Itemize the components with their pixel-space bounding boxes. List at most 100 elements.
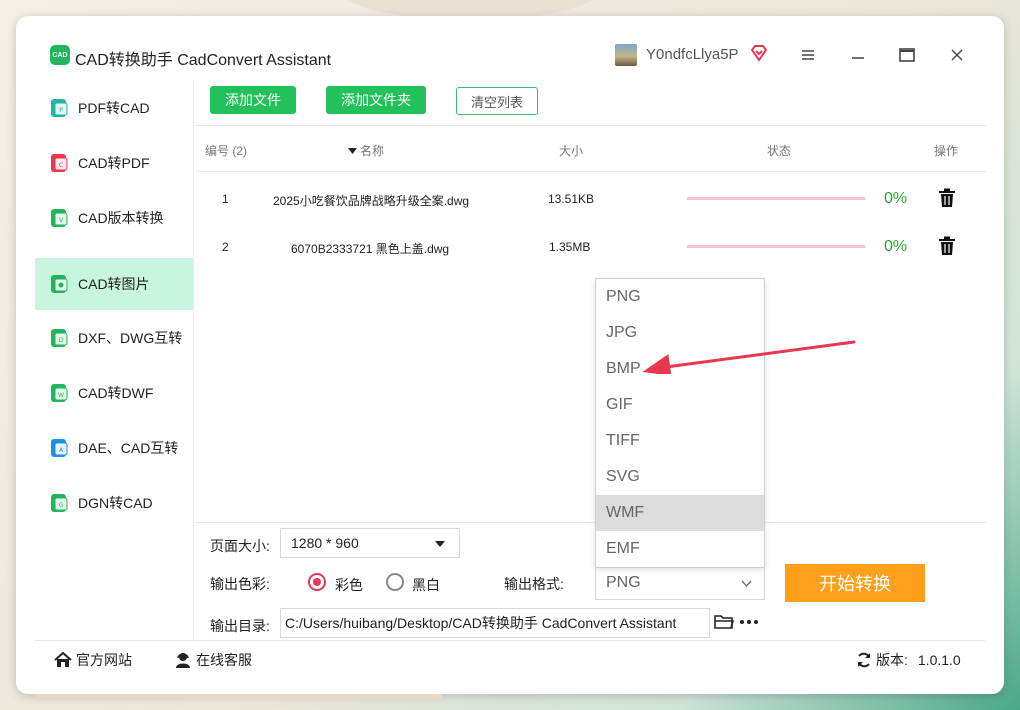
svg-text:C: C (59, 162, 63, 169)
sidebar-item-cad-to-pdf[interactable]: C CAD转PDF (35, 137, 193, 189)
maximize-icon (899, 48, 915, 62)
pdf-to-cad-icon: P (51, 99, 68, 117)
delete-icon[interactable] (938, 236, 956, 256)
row-index: 1 (222, 192, 229, 206)
row-progress-percent: 0% (884, 190, 908, 207)
format-select[interactable]: PNG (595, 566, 765, 600)
maximize-button[interactable] (893, 42, 921, 68)
color-radio[interactable] (308, 573, 326, 591)
bw-radio[interactable] (386, 573, 404, 591)
cad-to-pdf-icon: C (51, 154, 68, 172)
header-action: 操作 (934, 144, 959, 158)
sidebar-item-cad-to-dwf[interactable]: W CAD转DWF (35, 367, 193, 419)
add-folder-button[interactable]: 添加文件夹 (326, 86, 426, 114)
online-support-label: 在线客服 (196, 652, 252, 668)
format-value: PNG (606, 574, 641, 591)
customer-service-icon (176, 653, 190, 668)
format-option-tiff[interactable]: TIFF (596, 423, 764, 459)
version-info: 版本: 1.0.1.0 (856, 650, 961, 670)
sort-desc-icon (348, 147, 357, 154)
header-divider (196, 171, 986, 172)
format-option-emf[interactable]: EMF (596, 531, 764, 567)
title-bar: CAD CAD转换助手 CadConvert Assistant Y0ndfcL… (16, 16, 1004, 82)
version-value: 1.0.1.0 (917, 652, 961, 668)
page-size-value: 1280 * 960 (291, 535, 359, 551)
cad-to-dwf-icon: W (51, 384, 68, 402)
username[interactable]: Y0ndfcLlya5P (646, 46, 739, 63)
header-name-label: 名称 (360, 144, 385, 158)
header-size: 大小 (559, 144, 584, 158)
delete-icon[interactable] (938, 188, 956, 208)
page-size-label: 页面大小: (210, 538, 270, 554)
chevron-down-icon (741, 580, 752, 587)
annotation-arrow-icon (642, 340, 856, 374)
dxf-dwg-icon: D (51, 329, 68, 347)
format-label: 输出格式: (504, 576, 564, 592)
caret-down-icon (435, 541, 445, 547)
minimize-button[interactable] (844, 42, 872, 68)
header-index: 编号 (2) (205, 144, 248, 158)
sidebar-item-dxf-dwg[interactable]: D DXF、DWG互转 (35, 312, 193, 364)
more-options-icon[interactable] (740, 620, 758, 624)
bw-option-label: 黑白 (412, 577, 440, 593)
background-strip (36, 694, 442, 700)
sidebar-item-label: PDF转CAD (78, 100, 150, 116)
sidebar-item-label: DGN转CAD (78, 495, 153, 511)
online-support-link[interactable]: 在线客服 (174, 650, 252, 670)
app-title: CAD转换助手 CadConvert Assistant (75, 52, 332, 69)
start-convert-button[interactable]: 开始转换 (785, 564, 925, 602)
sidebar-item-cad-to-image[interactable]: CAD转图片 (35, 258, 193, 310)
home-icon (54, 652, 72, 667)
refresh-icon[interactable] (856, 652, 872, 668)
color-label: 输出色彩: (210, 576, 270, 592)
format-option-gif[interactable]: GIF (596, 387, 764, 423)
color-option-label: 彩色 (335, 577, 363, 593)
app-window: CAD CAD转换助手 CadConvert Assistant Y0ndfcL… (16, 16, 1004, 694)
row-progress-percent: 0% (884, 238, 908, 255)
close-button[interactable] (943, 42, 971, 68)
official-website-label: 官方网站 (76, 652, 132, 668)
app-logo: CAD (50, 45, 70, 65)
row-filename: 2025小吃餐饮品牌战略升级全案.dwg (273, 194, 470, 208)
cad-to-image-icon (51, 275, 68, 293)
clear-list-button[interactable]: 清空列表 (456, 87, 538, 115)
dgn-to-cad-icon: G (51, 494, 68, 512)
folder-icon[interactable] (714, 614, 734, 630)
hamburger-icon (802, 50, 814, 60)
toolbar-divider (196, 125, 986, 126)
dae-cad-icon: A (51, 439, 68, 457)
user-avatar[interactable] (615, 44, 637, 66)
sidebar-item-dae-cad[interactable]: A DAE、CAD互转 (35, 422, 193, 474)
close-icon (951, 49, 963, 61)
row-size: 1.35MB (549, 240, 591, 254)
output-dir-field[interactable]: C:/Users/huibang/Desktop/CAD转换助手 CadConv… (280, 608, 710, 638)
menu-button[interactable] (794, 42, 822, 68)
settings-divider (196, 522, 986, 523)
official-website-link[interactable]: 官方网站 (54, 650, 132, 670)
vip-diamond-icon[interactable] (750, 44, 768, 67)
format-option-wmf[interactable]: WMF (596, 495, 764, 531)
sidebar-item-cad-version[interactable]: V CAD版本转换 (35, 192, 193, 244)
sidebar: P PDF转CAD C CAD转PDF V CAD版本转换 CAD转图片 D D… (35, 82, 193, 638)
svg-text:P: P (59, 107, 63, 114)
format-option-png[interactable]: PNG (596, 279, 764, 315)
add-file-button[interactable]: 添加文件 (210, 86, 296, 114)
row-filename: 6070B2333721 黑色上盖.dwg (291, 242, 450, 256)
sidebar-item-label: DXF、DWG互转 (78, 330, 183, 346)
sidebar-item-label: DAE、CAD互转 (78, 440, 179, 456)
format-option-svg[interactable]: SVG (596, 459, 764, 495)
row-index: 2 (222, 240, 229, 254)
sidebar-item-dgn-to-cad[interactable]: G DGN转CAD (35, 477, 193, 529)
sidebar-item-pdf-to-cad[interactable]: P PDF转CAD (35, 82, 193, 134)
header-status: 状态 (767, 144, 792, 158)
sidebar-item-label: CAD转DWF (78, 385, 154, 401)
sidebar-item-label: CAD转PDF (78, 155, 150, 171)
footer-divider (35, 640, 985, 641)
page-size-select[interactable]: 1280 * 960 (280, 528, 460, 558)
svg-text:G: G (59, 502, 64, 509)
row-progress-bar (687, 197, 865, 200)
row-progress-bar (687, 245, 865, 248)
svg-text:W: W (58, 392, 64, 399)
header-name[interactable]: 名称 (348, 142, 384, 159)
cad-version-icon: V (51, 209, 68, 227)
